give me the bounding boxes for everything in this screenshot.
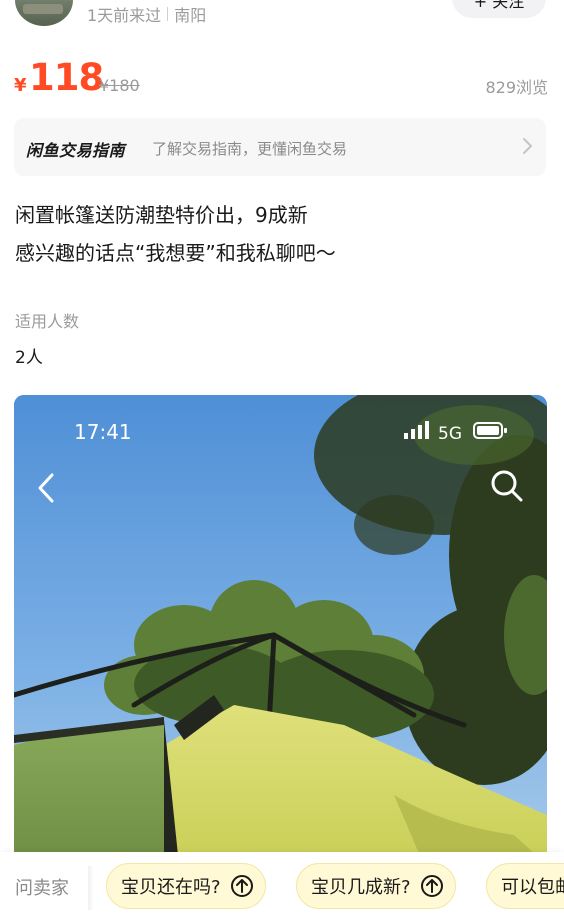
guide-subtitle: 了解交易指南，更懂闲鱼交易 [152, 140, 348, 158]
meta-divider [167, 7, 169, 21]
item-detail-page: 1天前来过 南阳 + 关注 ¥ 118 ¥180 829浏览 闲鱼交易指南 了解… [0, 0, 564, 919]
item-description: 闲置帐篷送防潮垫特价出，9成新 感兴趣的话点“我想要”和我私聊吧～ [15, 196, 545, 272]
price-row: ¥ 118 ¥180 829浏览 [14, 56, 548, 100]
quick-question-chip[interactable]: 可以包邮吗? [486, 863, 564, 909]
spec-label: 适用人数 [15, 312, 80, 331]
currency-symbol: ¥ [14, 75, 27, 96]
description-line: 感兴趣的话点“我想要”和我私聊吧～ [15, 241, 336, 265]
last-seen-text: 1天前来过 [87, 6, 162, 25]
quick-question-bar: 问卖家 宝贝还在吗? 宝贝几成新? 可以包邮吗? [0, 852, 564, 919]
original-price: ¥180 [99, 76, 140, 95]
ask-seller-label: 问卖家 [15, 878, 69, 899]
location-text: 南阳 [174, 6, 207, 25]
trade-guide-banner[interactable]: 闲鱼交易指南 了解交易指南，更懂闲鱼交易 [14, 118, 546, 176]
arrow-up-circle-icon [420, 875, 443, 897]
network-label: 5G [438, 424, 462, 444]
quick-question-chip[interactable]: 宝贝几成新? [296, 863, 456, 909]
seller-avatar[interactable] [15, 0, 73, 26]
chevron-right-icon [523, 138, 532, 154]
chip-label: 宝贝还在吗? [121, 877, 221, 898]
quick-question-chip[interactable]: 宝贝还在吗? [106, 863, 266, 909]
guide-title: 闲鱼交易指南 [26, 141, 126, 160]
view-count: 829浏览 [485, 78, 548, 97]
seller-strip: 1天前来过 南阳 + 关注 [0, 0, 564, 30]
current-price: 118 [29, 56, 104, 99]
follow-button[interactable]: + 关注 [452, 0, 546, 18]
item-photo[interactable]: 17:41 5G [14, 395, 547, 865]
chip-label: 宝贝几成新? [311, 877, 411, 898]
seller-meta: 1天前来过 南阳 [87, 2, 206, 26]
chip-label: 可以包邮吗? [501, 877, 564, 898]
bar-divider [88, 866, 94, 910]
description-line: 闲置帐篷送防潮垫特价出，9成新 [15, 203, 308, 227]
arrow-up-circle-icon [230, 875, 253, 897]
status-time: 17:41 [74, 420, 132, 444]
spec-value: 2人 [15, 348, 43, 368]
